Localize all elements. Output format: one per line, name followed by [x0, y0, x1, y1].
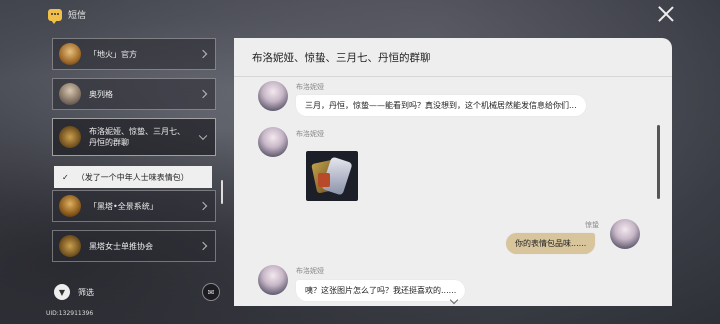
contact-item-dihuo[interactable]: 「地火」官方: [52, 38, 216, 70]
chat-scrollbar[interactable]: [657, 125, 660, 199]
sender-name: 布洛妮娅: [296, 130, 324, 138]
contact-list: 「地火」官方 奥列格 布洛妮娅、惊蛰、三月七、 丹恒的群聊 「黑塔•全景系统」 …: [52, 38, 216, 270]
chevron-right-icon: [198, 201, 208, 211]
sticker-image[interactable]: [306, 151, 358, 201]
contact-avatar: [59, 235, 81, 257]
sub-option-text: （发了一个中年人士味表情包）: [76, 172, 189, 182]
chevron-right-icon: [198, 241, 208, 251]
chevron-right-icon: [198, 89, 208, 99]
contact-item-oleg[interactable]: 奥列格: [52, 78, 216, 110]
mark-read-icon: ✉: [207, 287, 215, 297]
message-bubble: 三月，丹恒，惊蛰——能看到吗？真没想到，这个机械居然能发信息给你们...: [296, 95, 586, 116]
contact-item-herta-fanclub[interactable]: 黑塔女士单推协会: [52, 230, 216, 262]
chevron-right-icon: [198, 49, 208, 59]
avatar: [258, 265, 288, 295]
filter-icon: ▼: [54, 284, 70, 300]
contact-avatar: [59, 43, 81, 65]
chat-panel: 布洛妮娅、惊蛰、三月七、丹恒的群聊 布洛妮娅 三月，丹恒，惊蛰——能看到吗？真没…: [234, 38, 672, 306]
message-icon: [48, 8, 62, 24]
message-bubble: 咦？这张图片怎么了吗？我还挺喜欢的......: [296, 280, 466, 301]
contact-label: 黑塔女士单推协会: [89, 241, 153, 251]
mark-read-button[interactable]: ✉: [202, 283, 220, 301]
sidebar-scrollbar[interactable]: [221, 180, 223, 204]
contact-label: 「黑塔•全景系统」: [89, 201, 158, 211]
chat-messages[interactable]: 布洛妮娅 三月，丹恒，惊蛰——能看到吗？真没想到，这个机械居然能发信息给你们..…: [234, 77, 672, 306]
sender-name: 布洛妮娅: [296, 83, 324, 91]
avatar: [258, 81, 288, 111]
contact-label: 「地火」官方: [89, 49, 137, 59]
contact-label: 布洛妮娅、惊蛰、三月七、 丹恒的群聊: [89, 126, 185, 148]
avatar: [258, 127, 288, 157]
user-uid: UID:132911396: [46, 310, 94, 317]
close-icon[interactable]: [658, 6, 674, 22]
app-header: 短信: [48, 8, 87, 24]
avatar: [610, 219, 640, 249]
filter-label: 筛选: [78, 287, 94, 297]
sticker-part: [318, 173, 330, 187]
chat-title: 布洛妮娅、惊蛰、三月七、丹恒的群聊: [234, 38, 672, 77]
sub-option-item[interactable]: ✓ （发了一个中年人士味表情包）: [54, 166, 212, 188]
contact-label-line2: 丹恒的群聊: [89, 138, 129, 147]
check-icon: ✓: [62, 172, 69, 182]
chevron-down-icon: [198, 131, 208, 141]
contact-avatar: [59, 126, 81, 148]
contact-avatar: [59, 83, 81, 105]
contact-label-line1: 布洛妮娅、惊蛰、三月七、: [89, 127, 185, 136]
filter-button[interactable]: ▼ 筛选: [54, 284, 94, 300]
sender-name: 布洛妮娅: [296, 267, 324, 275]
contact-label: 奥列格: [89, 89, 113, 99]
contact-avatar: [59, 195, 81, 217]
contact-item-group-chat[interactable]: 布洛妮娅、惊蛰、三月七、 丹恒的群聊: [52, 118, 216, 156]
contact-item-herta-system[interactable]: 「黑塔•全景系统」: [52, 190, 216, 222]
app-title: 短信: [68, 11, 87, 21]
message-bubble: 你的表情包品味......: [506, 233, 596, 254]
sender-name: 惊蛰: [585, 221, 599, 229]
